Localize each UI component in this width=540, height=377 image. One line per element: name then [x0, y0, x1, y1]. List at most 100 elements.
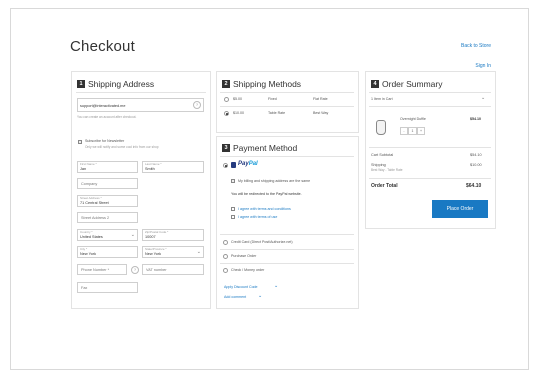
last-name-label: Last Name * [145, 162, 162, 166]
divider [220, 249, 354, 250]
step-number-badge: 2 [222, 80, 230, 88]
items-in-cart[interactable]: 1 Item in Cart [371, 97, 393, 101]
city-value: New York [80, 252, 97, 256]
street2-field[interactable]: Street Address 2 [77, 212, 138, 223]
shipping-rate-radio[interactable] [224, 97, 229, 102]
product-image [376, 120, 386, 135]
product-price: $54.10 [470, 117, 481, 121]
rate-name: Fixed [268, 97, 277, 101]
country-label: Country * [80, 230, 93, 234]
step-number-badge: 4 [371, 80, 379, 88]
region-select[interactable]: State/Province * New York ⌄ [142, 246, 204, 258]
rate-price: $5.00 [233, 97, 242, 101]
step-number-badge: 1 [77, 80, 85, 88]
payment-option-radio[interactable] [223, 254, 228, 259]
qty-plus-button[interactable]: + [417, 127, 425, 135]
last-name-value: Smith [145, 167, 155, 171]
section-title: Shipping Methods [233, 79, 302, 89]
zip-value: 10007 [145, 235, 156, 239]
last-name-field[interactable]: Last Name * Smith [142, 161, 204, 173]
order-total-value: $64.10 [466, 183, 482, 189]
payment-option-radio[interactable] [223, 240, 228, 245]
help-icon[interactable]: ? [131, 266, 139, 274]
section-title: Payment Method [233, 143, 298, 153]
shipping-value: $10.00 [470, 163, 482, 167]
shipping-address-heading: 1 Shipping Address [77, 79, 154, 89]
phone-field[interactable]: Phone Number * [77, 264, 127, 275]
paypal-logo-text-b: Pal [248, 161, 258, 167]
shipping-method-label: Best Way - Table Rate [371, 168, 403, 172]
fax-field[interactable]: Fax [77, 282, 138, 293]
divider [76, 92, 206, 93]
subscribe-label: Subscribe for Newsletter [85, 139, 125, 143]
country-value: United States [80, 235, 103, 239]
region-value: New York [145, 252, 162, 256]
apply-discount-link[interactable]: Apply Discount Code [224, 285, 258, 289]
add-comment-link[interactable]: Add comment [224, 295, 246, 299]
city-field[interactable]: City * New York [77, 246, 138, 258]
same-address-checkbox[interactable] [231, 179, 235, 183]
subtotal-value: $54.10 [470, 153, 482, 157]
place-order-button[interactable]: Place Order [432, 200, 488, 218]
rate-carrier: Flat Rate [313, 97, 328, 101]
order-total-label: Order Total [371, 183, 398, 189]
subscribe-subtext: Only we will notify and some cool info f… [85, 145, 159, 149]
chevron-down-icon: ⌄ [258, 293, 263, 299]
first-name-field[interactable]: First Name * Jan [77, 161, 138, 173]
product-name: Overnight Duffle [400, 117, 426, 121]
order-summary-heading: 4 Order Summary [371, 79, 442, 89]
chevron-down-icon[interactable]: ⌄ [481, 95, 485, 101]
divider [369, 92, 491, 93]
chevron-down-icon: ⌄ [274, 283, 279, 289]
divider [220, 92, 354, 93]
company-field[interactable]: Company [77, 178, 138, 189]
chevron-down-icon: ⌄ [130, 232, 135, 238]
terms-of-use-link[interactable]: I agree with terms of use [238, 215, 277, 219]
paypal-logo: PayPal [238, 161, 258, 167]
back-to-store-link[interactable]: Back to Store [461, 43, 491, 49]
terms-checkbox[interactable] [231, 207, 235, 211]
rate-name: Table Rate [268, 111, 286, 115]
first-name-value: Jan [80, 167, 87, 171]
divider [220, 234, 354, 235]
divider [220, 156, 354, 157]
sign-in-link[interactable]: Sign In [475, 63, 491, 69]
shipping-rate-radio[interactable] [224, 111, 229, 116]
terms-link[interactable]: I agree with terms and conditions [238, 207, 291, 211]
zip-field[interactable]: Zip/Postal Code * 10007 [142, 229, 204, 241]
shipping-label: Shipping [371, 163, 386, 167]
region-label: State/Province * [145, 247, 167, 251]
shipping-methods-heading: 2 Shipping Methods [222, 79, 301, 89]
street-field[interactable]: Street Address * 71 Central Street [77, 195, 138, 207]
rate-price: $10.00 [233, 111, 244, 115]
divider [369, 178, 491, 179]
zip-label: Zip/Postal Code * [145, 230, 169, 234]
subtotal-label: Cart Subtotal [371, 153, 394, 157]
street-label: Street Address * [80, 196, 102, 200]
country-select[interactable]: Country * United States ⌄ [77, 229, 138, 241]
payment-option-label: Credit Card (Direct Post/Authorize.net) [231, 240, 293, 244]
first-name-label: First Name * [80, 162, 97, 166]
help-icon[interactable]: ? [193, 101, 201, 109]
divider [220, 263, 354, 264]
qty-minus-button[interactable]: - [400, 127, 408, 135]
street2-placeholder: Street Address 2 [81, 215, 110, 220]
payment-option-radio[interactable] [223, 268, 228, 273]
divider [220, 106, 354, 107]
chevron-down-icon: ⌄ [196, 249, 201, 255]
payment-method-heading: 3 Payment Method [222, 143, 297, 153]
vat-field[interactable]: VAT number [142, 264, 204, 275]
paypal-radio[interactable] [223, 163, 228, 168]
payment-option-label: Purchase Order [231, 254, 257, 258]
redirect-note: You will be redirected to the PayPal web… [231, 192, 302, 196]
company-placeholder: Company [81, 181, 98, 186]
email-field[interactable]: support@interactivated.me [77, 98, 204, 112]
qty-input[interactable]: 1 [408, 127, 417, 135]
subscribe-checkbox[interactable] [78, 140, 82, 144]
city-label: City * [80, 247, 88, 251]
terms-of-use-checkbox[interactable] [231, 215, 235, 219]
rate-carrier: Best Way [313, 111, 329, 115]
divider [369, 147, 491, 148]
section-title: Shipping Address [88, 79, 155, 89]
paypal-logo-text-a: Pay [238, 161, 249, 167]
